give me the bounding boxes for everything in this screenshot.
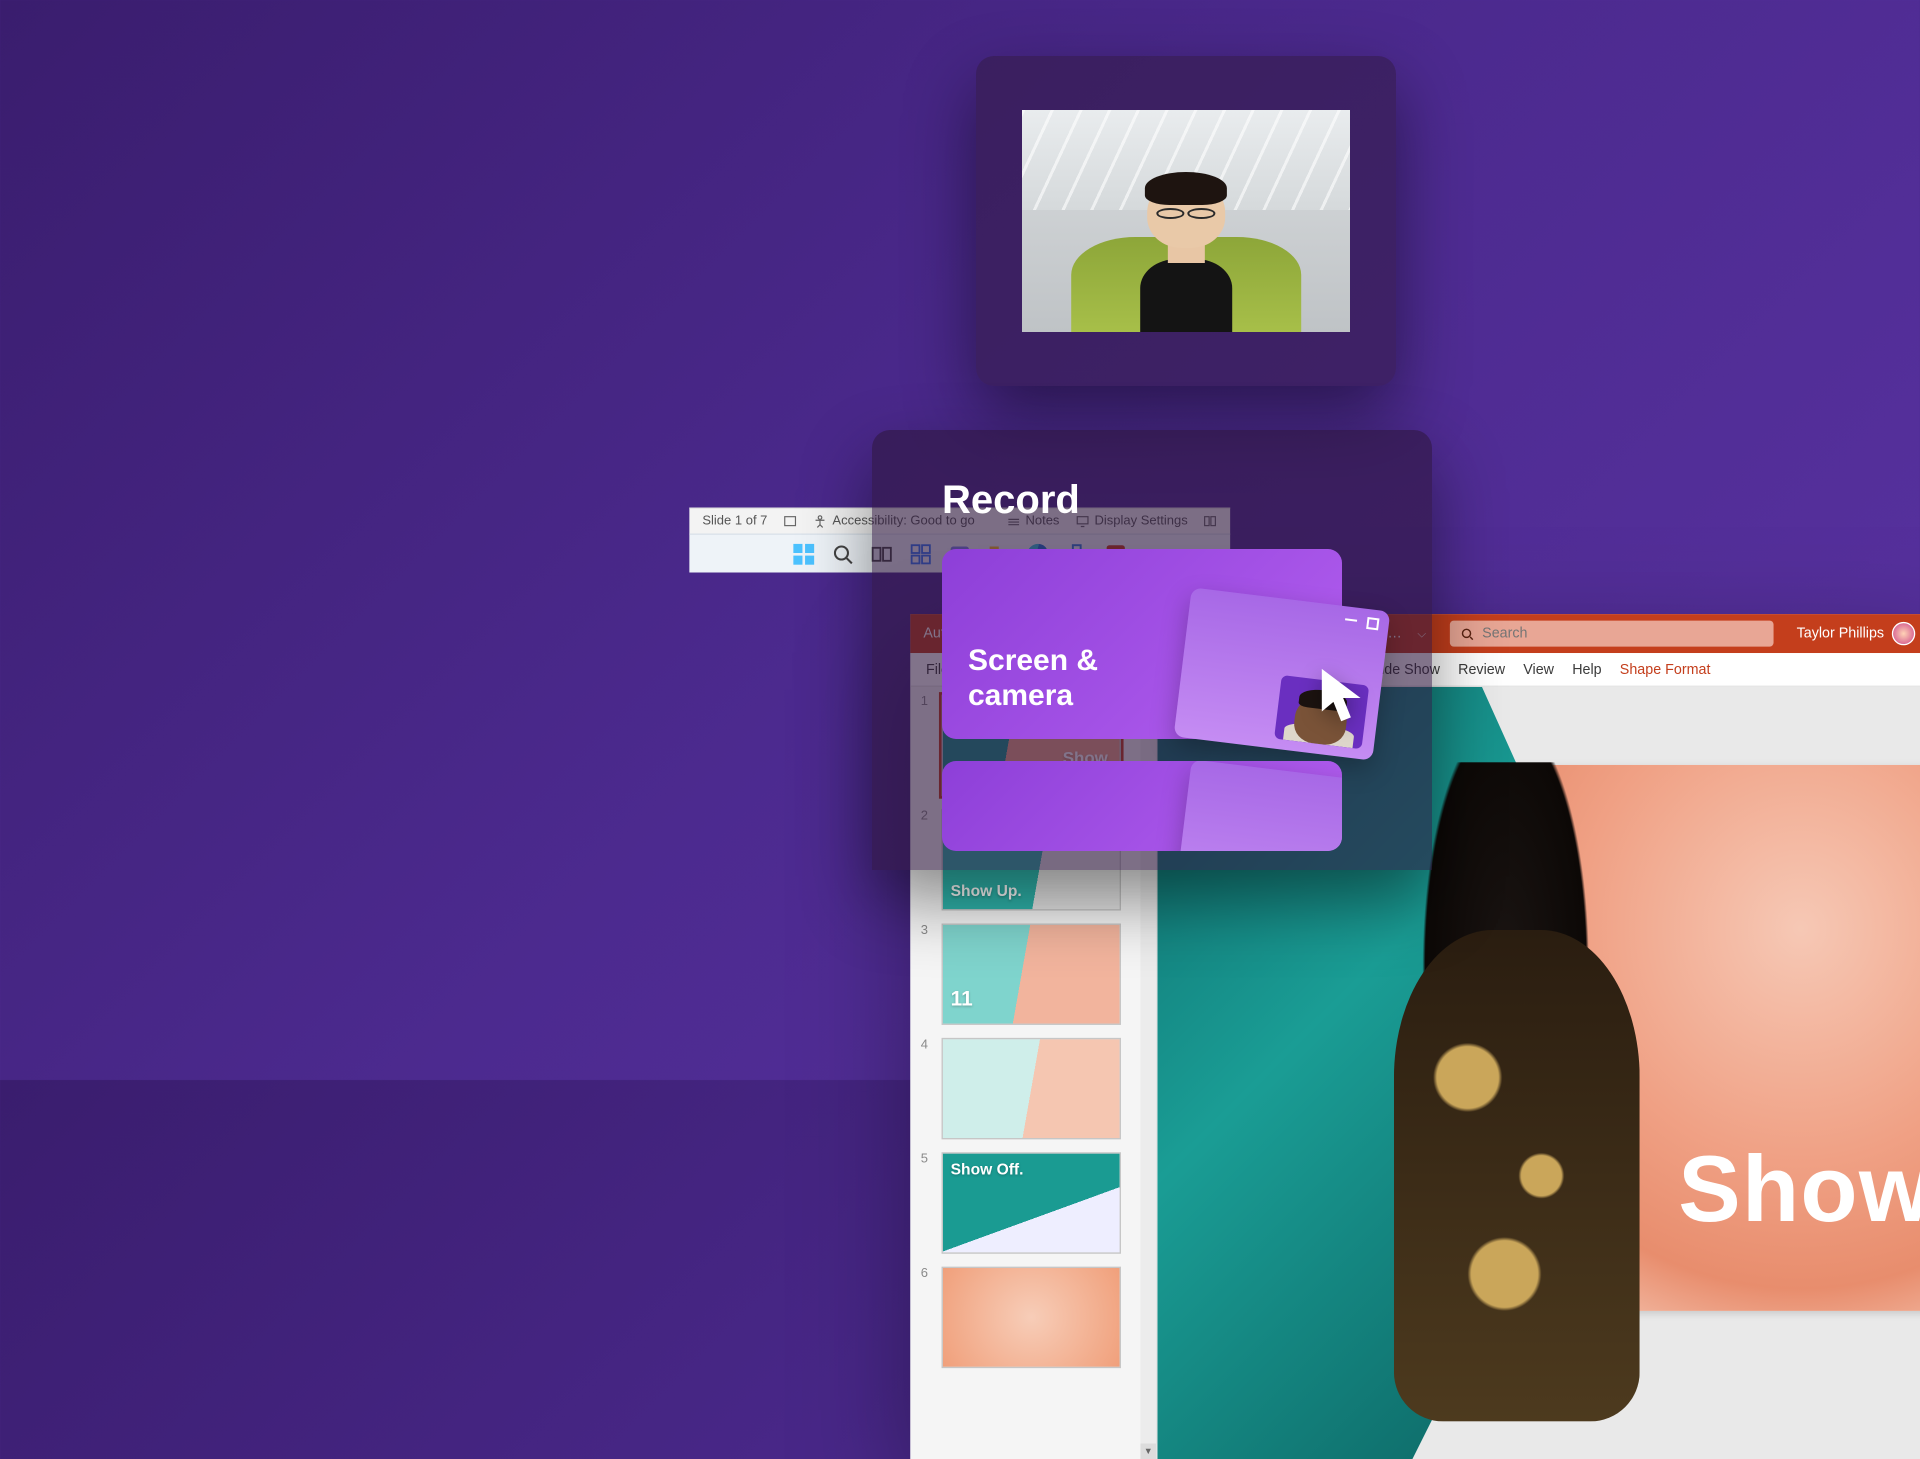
record-panel: Record Screen & camera: [872, 430, 1432, 870]
window-minimize-icon: [1345, 614, 1358, 621]
tab-shape-format[interactable]: Shape Format: [1620, 662, 1711, 678]
slide-headline[interactable]: Show.: [1678, 1136, 1920, 1243]
thumb-number: 5: [921, 1152, 934, 1253]
record-panel-title: Record: [942, 478, 1362, 523]
thumb-number: 4: [921, 1038, 934, 1139]
slide-thumbnail-5[interactable]: Show Off.: [942, 1152, 1121, 1253]
accessibility-icon: [813, 514, 827, 528]
tab-view[interactable]: View: [1523, 662, 1554, 678]
slide-thumbnail-6[interactable]: [942, 1267, 1121, 1368]
slide-counter[interactable]: Slide 1 of 7: [702, 514, 767, 528]
record-option-label: Screen & camera: [968, 644, 1098, 713]
tab-help[interactable]: Help: [1572, 662, 1601, 678]
thumb-number: 6: [921, 1267, 934, 1368]
webcam-feed: [1022, 110, 1350, 332]
record-card-illustration: [1174, 761, 1342, 851]
tab-review[interactable]: Review: [1458, 662, 1505, 678]
scroll-down-icon[interactable]: ▼: [1140, 1444, 1156, 1459]
avatar: [1892, 622, 1915, 645]
slide-thumbnail-3[interactable]: 11: [942, 924, 1121, 1025]
taskbar-search-icon[interactable]: [830, 541, 856, 567]
search-icon: [1460, 626, 1474, 640]
window-maximize-icon: [1366, 617, 1379, 630]
account-area[interactable]: Taylor Phillips: [1797, 622, 1916, 645]
slide-thumbnail-4[interactable]: [942, 1038, 1121, 1139]
spellcheck-icon[interactable]: [783, 514, 797, 528]
mouse-cursor-icon: [1316, 665, 1378, 727]
start-icon[interactable]: [791, 541, 817, 567]
record-option-secondary[interactable]: [942, 761, 1342, 851]
record-option-screen-and-camera[interactable]: Screen & camera: [942, 549, 1342, 739]
user-name: Taylor Phillips: [1797, 626, 1884, 642]
search-input[interactable]: [1482, 626, 1763, 642]
webcam-person: [1071, 150, 1301, 332]
thumb-number: 3: [921, 924, 934, 1025]
search-box[interactable]: [1450, 621, 1774, 647]
webcam-preview-panel: [976, 56, 1396, 386]
